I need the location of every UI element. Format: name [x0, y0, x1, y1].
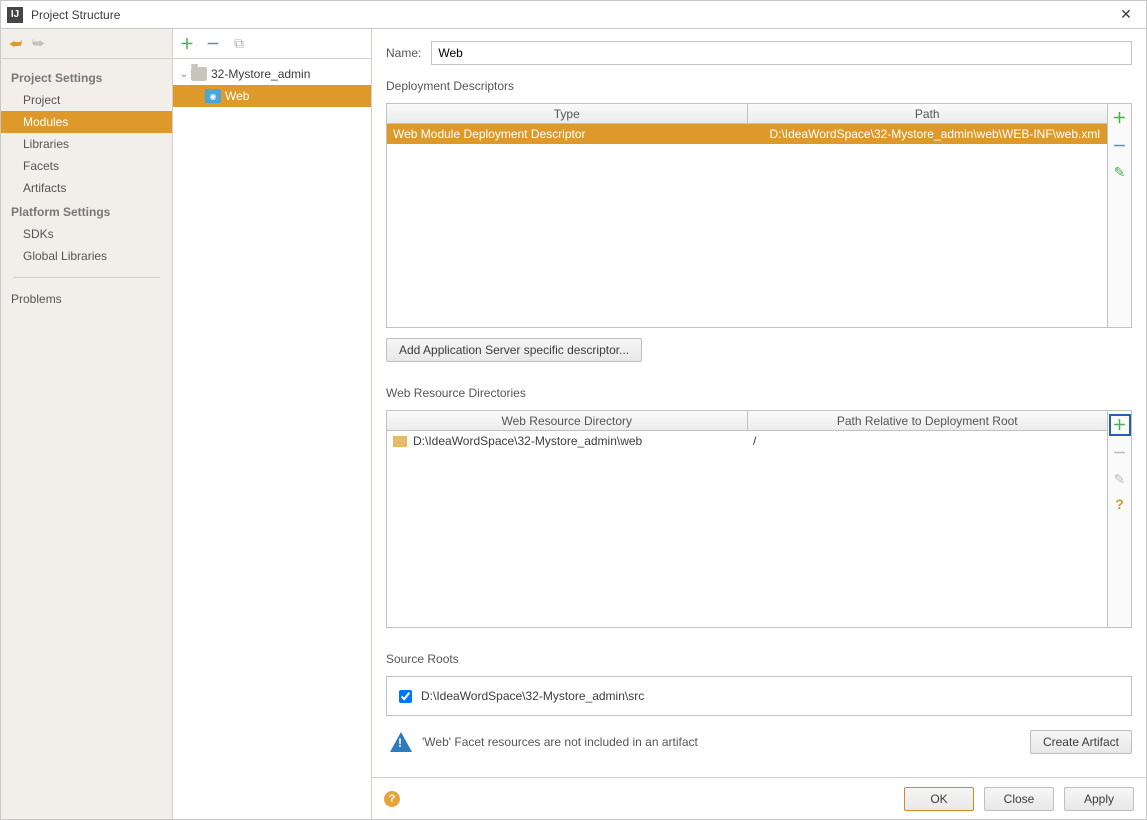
close-button[interactable]: Close [984, 787, 1054, 811]
sidebar-header-platform-settings: Platform Settings [1, 199, 172, 223]
webres-th-dir: Web Resource Directory [387, 411, 748, 430]
sidebar-item-modules[interactable]: Modules [1, 111, 172, 133]
tree-toolbar: ＋ － ⧉ [173, 29, 371, 59]
deployment-section-label: Deployment Descriptors [386, 79, 1132, 93]
sidebar-item-libraries[interactable]: Libraries [1, 133, 172, 155]
help-icon[interactable]: ? [384, 791, 400, 807]
folder-icon [191, 67, 207, 81]
webres-section-label: Web Resource Directories [386, 386, 1132, 400]
source-root-path: D:\IdeaWordSpace\32-Mystore_admin\src [421, 689, 644, 703]
deployment-row[interactable]: Web Module Deployment Descriptor D:\Idea… [387, 124, 1107, 144]
name-input[interactable] [431, 41, 1132, 65]
forward-icon[interactable]: ⮩ [32, 35, 45, 52]
sidebar-item-problems[interactable]: Problems [1, 288, 172, 310]
webres-cell-dir: D:\IdeaWordSpace\32-Mystore_admin\web [387, 431, 747, 451]
deploy-cell-type: Web Module Deployment Descriptor [387, 124, 747, 144]
deploy-th-type: Type [387, 104, 748, 123]
webres-cell-path: / [747, 431, 1107, 451]
back-icon[interactable]: ⮨ [9, 35, 22, 52]
source-section-label: Source Roots [386, 652, 1132, 666]
tree-child-web[interactable]: ◉ Web [173, 85, 371, 107]
name-label: Name: [386, 46, 421, 60]
webres-th-path: Path Relative to Deployment Root [748, 411, 1108, 430]
sidebar-item-project[interactable]: Project [1, 89, 172, 111]
warning-icon [390, 732, 412, 752]
folder-icon [393, 436, 407, 447]
sidebar-item-global-libraries[interactable]: Global Libraries [1, 245, 172, 267]
source-roots-box: D:\IdeaWordSpace\32-Mystore_admin\src [386, 676, 1132, 716]
deployment-panel: Type Path Web Module Deployment Descript… [386, 103, 1132, 328]
sidebar-item-facets[interactable]: Facets [1, 155, 172, 177]
deploy-add-icon[interactable]: ＋ [1113, 108, 1127, 128]
dialog-footer: ? OK Close Apply [372, 777, 1146, 819]
sidebar-nav: ⮨ ⮩ [1, 29, 172, 59]
webres-row[interactable]: D:\IdeaWordSpace\32-Mystore_admin\web / [387, 431, 1107, 451]
deploy-remove-icon[interactable]: － [1113, 136, 1127, 156]
window-title: Project Structure [31, 8, 1112, 22]
remove-icon[interactable]: － [205, 36, 221, 52]
create-artifact-button[interactable]: Create Artifact [1030, 730, 1132, 754]
tree-child-label: Web [225, 89, 249, 103]
sidebar-item-sdks[interactable]: SDKs [1, 223, 172, 245]
webres-panel: Web Resource Directory Path Relative to … [386, 410, 1132, 628]
sidebar-header-project-settings: Project Settings [1, 65, 172, 89]
ok-button[interactable]: OK [904, 787, 974, 811]
source-root-checkbox[interactable] [399, 690, 412, 703]
title-bar: IJ Project Structure ✕ [1, 1, 1146, 29]
copy-icon[interactable]: ⧉ [231, 36, 247, 52]
sidebar-item-artifacts[interactable]: Artifacts [1, 177, 172, 199]
apply-button[interactable]: Apply [1064, 787, 1134, 811]
close-icon[interactable]: ✕ [1112, 6, 1140, 23]
sidebar-separator [13, 277, 160, 278]
webres-help-icon[interactable]: ? [1115, 496, 1124, 512]
tree-root-label: 32-Mystore_admin [211, 67, 310, 81]
web-facet-icon: ◉ [205, 89, 221, 103]
webres-remove-icon[interactable]: － [1113, 443, 1127, 463]
add-icon[interactable]: ＋ [179, 36, 195, 52]
module-tree-panel: ＋ － ⧉ ⌄ 32-Mystore_admin ◉ Web [173, 29, 372, 819]
deploy-cell-path: D:\IdeaWordSpace\32-Mystore_admin\web\WE… [747, 124, 1107, 144]
tree-root-row[interactable]: ⌄ 32-Mystore_admin [173, 63, 371, 85]
webres-edit-icon[interactable]: ✎ [1114, 471, 1126, 488]
sidebar: ⮨ ⮩ Project Settings Project Modules Lib… [1, 29, 173, 819]
app-icon: IJ [7, 7, 23, 23]
warning-message: 'Web' Facet resources are not included i… [422, 735, 1020, 749]
add-descriptor-button[interactable]: Add Application Server specific descript… [386, 338, 642, 362]
chevron-down-icon[interactable]: ⌄ [177, 69, 191, 80]
webres-add-icon[interactable]: ＋ [1110, 415, 1130, 435]
deploy-edit-icon[interactable]: ✎ [1114, 164, 1126, 181]
deploy-th-path: Path [748, 104, 1108, 123]
